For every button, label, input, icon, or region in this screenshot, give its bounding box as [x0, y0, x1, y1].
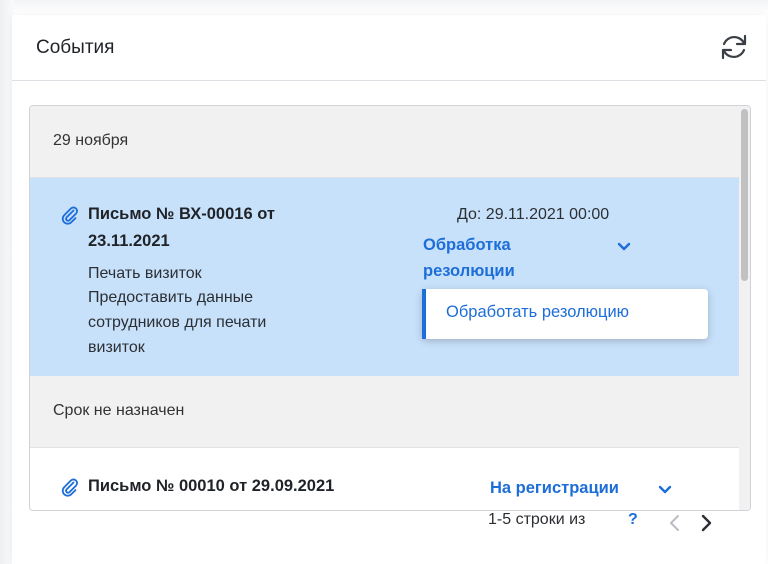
page-top-edge — [0, 0, 768, 14]
event-row-selected[interactable]: Письмо № ВХ-00016 от 23.11.2021 Печать в… — [30, 178, 750, 376]
dropdown-item-label: Обработать резолюцию — [446, 303, 630, 321]
event-title: Письмо № ВХ-00016 от — [88, 205, 275, 223]
event-due-date: До: 29.11.2021 00:00 — [457, 206, 610, 223]
group-date-label: Срок не назначен — [53, 402, 185, 419]
event-text-line: сотрудников для печати — [88, 314, 267, 331]
chevron-right-icon[interactable] — [699, 513, 713, 533]
event-text-line: Печать визиток — [88, 265, 202, 282]
chevron-down-icon[interactable] — [658, 485, 672, 495]
event-text-line: визиток — [88, 339, 145, 356]
group-date-label: 29 ноября — [53, 132, 129, 149]
event-title-date: 23.11.2021 — [88, 232, 170, 250]
paperclip-icon — [61, 206, 78, 225]
pager-count: 1-5 строки из — [488, 511, 586, 528]
status-dropdown-menu: Обработать резолюцию — [422, 289, 708, 339]
event-status-link[interactable]: На регистрации — [490, 475, 619, 501]
paperclip-icon — [61, 478, 78, 497]
pager-total-unknown[interactable]: ? — [628, 511, 638, 529]
scrollbar-thumb[interactable] — [741, 109, 748, 281]
event-text-line: Предоставить данные — [88, 289, 254, 306]
panel-title: События — [36, 37, 115, 58]
group-header-29-november: 29 ноября — [30, 106, 750, 178]
events-list: 29 ноября Письмо № ВХ-00016 от 23.11.202… — [29, 105, 751, 511]
event-status-link-line2[interactable]: резолюции — [423, 258, 515, 284]
refresh-icon[interactable] — [718, 31, 750, 63]
scrollbar[interactable] — [739, 106, 750, 510]
group-header-no-deadline: Срок не назначен — [30, 376, 750, 448]
event-row[interactable]: Письмо № 00010 от 29.09.2021 На регистра… — [30, 448, 750, 510]
events-panel: События 29 ноября Письмо № ВХ-00016 от 2… — [12, 15, 766, 564]
panel-header: События — [12, 15, 766, 81]
chevron-left-icon[interactable] — [668, 513, 682, 533]
dropdown-item-process-resolution[interactable]: Обработать резолюцию — [422, 289, 708, 339]
event-status-link[interactable]: Обработка — [423, 232, 511, 258]
chevron-down-icon[interactable] — [617, 242, 631, 252]
event-title: Письмо № 00010 от 29.09.2021 — [88, 477, 335, 495]
